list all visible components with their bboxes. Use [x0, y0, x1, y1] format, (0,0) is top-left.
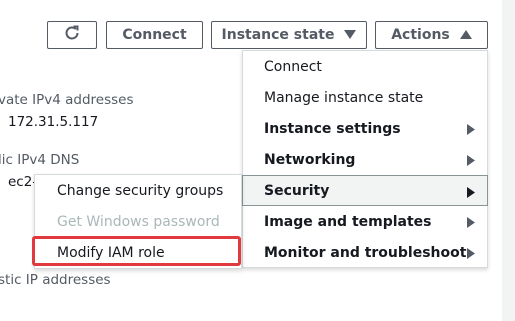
- submenu-item-modify-iam-role[interactable]: Modify IAM role: [35, 237, 241, 268]
- security-submenu: Change security groups Get Windows passw…: [34, 174, 242, 269]
- instance-state-button[interactable]: Instance state: [211, 21, 367, 49]
- instance-state-button-label: Instance state: [221, 27, 335, 43]
- menu-item-label: Networking: [264, 151, 356, 168]
- menu-item-connect[interactable]: Connect: [243, 51, 487, 82]
- actions-button-label: Actions: [391, 27, 450, 43]
- caret-right-icon: [467, 186, 475, 202]
- caret-down-icon: [344, 27, 357, 43]
- menu-item-label: Instance settings: [264, 120, 401, 137]
- private-ipv4-label: vate IPv4 addresses: [0, 92, 134, 108]
- menu-item-monitor-and-troubleshoot[interactable]: Monitor and troubleshoot: [243, 237, 487, 268]
- connect-button[interactable]: Connect: [106, 21, 203, 49]
- public-dns-value: ec2-: [8, 174, 38, 190]
- caret-right-icon: [467, 216, 475, 232]
- connect-button-label: Connect: [122, 27, 187, 43]
- submenu-item-label: Change security groups: [57, 182, 224, 199]
- menu-item-image-and-templates[interactable]: Image and templates: [243, 206, 487, 237]
- submenu-item-label: Get Windows password: [57, 213, 220, 230]
- menu-item-networking[interactable]: Networking: [243, 144, 487, 175]
- submenu-item-get-windows-password: Get Windows password: [35, 206, 241, 237]
- actions-menu: Connect Manage instance state Instance s…: [242, 50, 488, 268]
- menu-item-security[interactable]: Security: [242, 175, 488, 206]
- menu-item-manage-instance-state[interactable]: Manage instance state: [243, 82, 487, 113]
- private-ipv4-value: 172.31.5.117: [8, 114, 99, 130]
- public-dns-label: lic IPv4 DNS: [0, 152, 80, 168]
- menu-item-label: Security: [264, 182, 330, 199]
- caret-up-icon: [459, 27, 472, 43]
- menu-item-label: Manage instance state: [264, 89, 424, 106]
- menu-item-instance-settings[interactable]: Instance settings: [243, 113, 487, 144]
- caret-right-icon: [467, 154, 475, 170]
- submenu-item-change-security-groups[interactable]: Change security groups: [35, 175, 241, 206]
- menu-item-label: Image and templates: [264, 213, 432, 230]
- elastic-ip-label: stic IP addresses: [0, 272, 111, 288]
- caret-right-icon: [467, 123, 475, 139]
- submenu-item-label: Modify IAM role: [57, 244, 165, 261]
- menu-item-label: Connect: [264, 58, 322, 75]
- caret-right-icon: [467, 247, 475, 263]
- refresh-icon: [63, 24, 81, 46]
- actions-button[interactable]: Actions: [375, 21, 488, 49]
- menu-item-label: Monitor and troubleshoot: [264, 244, 467, 261]
- refresh-button[interactable]: [47, 21, 97, 49]
